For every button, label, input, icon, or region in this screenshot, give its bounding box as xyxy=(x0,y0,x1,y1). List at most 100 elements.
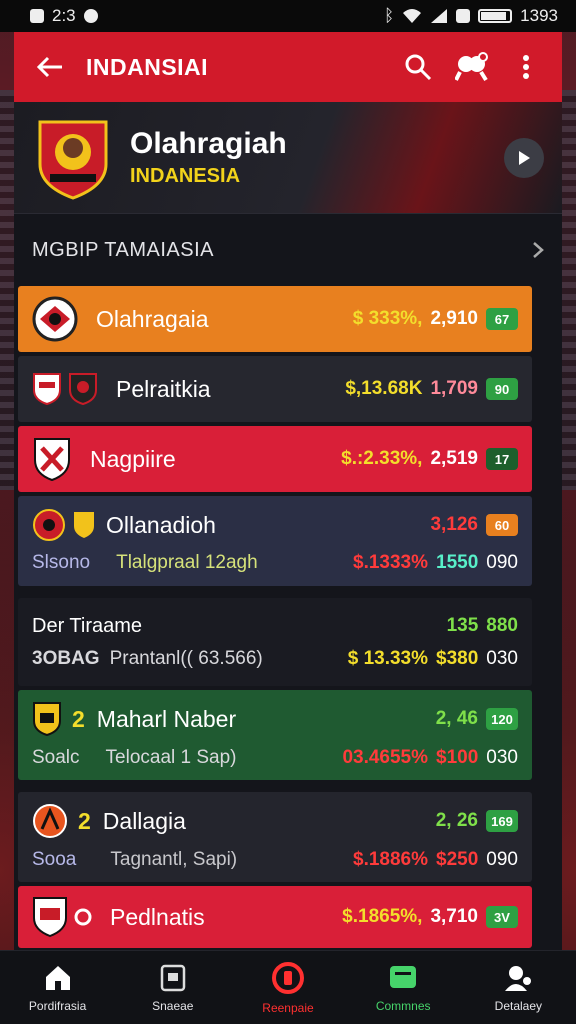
hero-banner: Olahragiah INDANESIA xyxy=(14,102,562,214)
match-button[interactable] xyxy=(454,49,490,85)
score-badge: 67 xyxy=(486,308,518,330)
score-badge: 120 xyxy=(486,708,518,730)
chevron-right-icon xyxy=(533,242,544,258)
team-logo-icon xyxy=(32,296,78,342)
score-badge: 17 xyxy=(486,448,518,470)
team-value: $ 333%, xyxy=(352,308,423,329)
notification-icon xyxy=(30,9,44,23)
section-header[interactable]: MGBIP TAMAIASIA xyxy=(14,214,562,286)
team-name: Nagpiire xyxy=(90,445,176,472)
team-code: Slsono xyxy=(32,552,91,573)
score-badge: 169 xyxy=(486,810,518,832)
arrow-left-icon xyxy=(36,56,62,78)
search-button[interactable] xyxy=(400,49,436,85)
sim-icon xyxy=(456,9,471,23)
team-count: 3,710 xyxy=(430,906,478,927)
list-item[interactable]: Nagpiire $.:2.33%, 2,519 17 xyxy=(18,426,532,492)
status-time: 2:3 xyxy=(52,6,76,25)
signal-icon xyxy=(431,9,448,23)
list-item[interactable]: 2 Dallagia 2, 26 169 Sooa Tagnantl, Sapi… xyxy=(18,792,532,882)
team-count: 1,709 xyxy=(430,378,478,399)
team-value: $.:2.33%, xyxy=(341,448,423,469)
opponent-logo-icon xyxy=(69,373,97,406)
team-value: $.1865%, xyxy=(342,906,423,927)
team-name: Ollanadioh xyxy=(106,511,216,538)
hero-title: Olahragiah xyxy=(130,127,287,160)
team-logo-icon xyxy=(33,804,67,838)
team-amount: 1550 xyxy=(436,552,479,573)
nav-home[interactable]: Pordifrasia xyxy=(8,963,108,1013)
nav-record[interactable]: Reenpaie xyxy=(238,961,338,1015)
nav-scores[interactable]: Snaeae xyxy=(123,963,223,1013)
list-item[interactable]: Olahragaia $ 333%, 2,910 67 xyxy=(18,286,532,352)
club-crest-icon xyxy=(38,120,108,200)
team-top-value: 2, 26 xyxy=(435,810,478,831)
nav-profile[interactable]: Detalaey xyxy=(468,963,568,1013)
status-bar: 2:3 ᛒ 1393 xyxy=(0,0,576,32)
team-name: Olahragaia xyxy=(96,305,209,332)
wifi-icon xyxy=(403,9,422,23)
score-badge: 60 xyxy=(486,514,518,536)
more-vert-icon xyxy=(523,55,529,79)
list-item[interactable]: Pelraitkia $,13.68K 1,709 90 xyxy=(18,356,532,422)
team-amount: $380 xyxy=(436,647,479,669)
battery-text: 1393 xyxy=(520,6,558,25)
list-item[interactable]: Ollanadioh 3,126 60 Slsono Tlalgpraal 12… xyxy=(18,496,532,586)
team-extra: 030 xyxy=(486,747,518,768)
team-rank: 2 xyxy=(78,807,91,834)
play-icon xyxy=(519,151,530,165)
team-value: 03.4655% xyxy=(342,747,429,768)
team-value: $ 13.33% xyxy=(347,647,429,669)
team-extra: 090 xyxy=(486,849,518,870)
profile-icon xyxy=(505,965,532,991)
team-logo-icon xyxy=(33,373,61,406)
nav-comments[interactable]: Commnes xyxy=(353,963,453,1013)
team-extra: 090 xyxy=(486,552,518,573)
app-notification-icon xyxy=(83,9,98,23)
team-detail: Tagnantl, Sapi) xyxy=(110,849,238,870)
team-name: Pedlnatis xyxy=(110,903,205,930)
team-amount: $100 xyxy=(436,747,479,768)
team-code: Sooa xyxy=(32,849,77,870)
nav-record-label: Reenpaie xyxy=(262,1000,314,1015)
team-name: Der Tiraame xyxy=(32,614,143,637)
hero-subtitle: INDANESIA xyxy=(130,165,241,187)
list-item[interactable]: Der Tiraame 135 880 3OBAG Prantanl(( 63.… xyxy=(18,598,532,686)
team-detail: Prantanl(( 63.566) xyxy=(109,647,263,669)
team-name: Maharl Naber xyxy=(96,705,237,732)
back-button[interactable] xyxy=(32,49,68,85)
stadium-lights-right xyxy=(560,90,576,490)
bottom-navigation: Pordifrasia Snaeae Reenpaie Commnes Deta… xyxy=(0,950,576,1024)
chat-icon xyxy=(390,965,417,988)
team-value: $.1886% xyxy=(353,849,429,870)
team-code: 3OBAG xyxy=(32,647,100,669)
list-item[interactable]: Pedlnatis $.1865%, 3,710 3V xyxy=(18,886,532,948)
team-top-value: 135 xyxy=(446,615,479,636)
record-icon xyxy=(271,961,304,994)
team-logo-icon xyxy=(33,509,65,541)
ping-pong-icon xyxy=(455,52,488,82)
team-detail: Tlalgpraal 12agh xyxy=(116,552,258,573)
scoreboard-icon xyxy=(160,964,186,991)
search-icon xyxy=(405,54,432,81)
score-badge: 3V xyxy=(486,906,518,928)
nav-home-label: Pordifrasia xyxy=(28,998,87,1013)
nav-scores-label: Snaeae xyxy=(152,998,194,1013)
nav-comments-label: Commnes xyxy=(375,998,431,1013)
team-name: Dallagia xyxy=(102,807,186,834)
play-button[interactable] xyxy=(504,138,544,178)
team-logo-icon xyxy=(33,897,67,938)
bluetooth-icon: ᛒ xyxy=(383,6,395,25)
score-badge: 90 xyxy=(486,378,518,400)
team-count: 2,910 xyxy=(430,308,478,329)
section-title: MGBIP TAMAIASIA xyxy=(32,238,214,261)
app-title: INDANSIAI xyxy=(86,53,209,80)
team-code: Soalc xyxy=(32,747,80,768)
team-value: $.1333% xyxy=(353,552,429,573)
team-rank: 2 xyxy=(72,705,85,732)
team-top-value: 3,126 xyxy=(430,514,478,535)
team-top-value: 2, 46 xyxy=(435,708,478,729)
list-item[interactable]: 2 Maharl Naber 2, 46 120 Soalc Telocaal … xyxy=(18,690,532,780)
more-menu-button[interactable] xyxy=(508,49,544,85)
team-name: Pelraitkia xyxy=(116,375,211,402)
